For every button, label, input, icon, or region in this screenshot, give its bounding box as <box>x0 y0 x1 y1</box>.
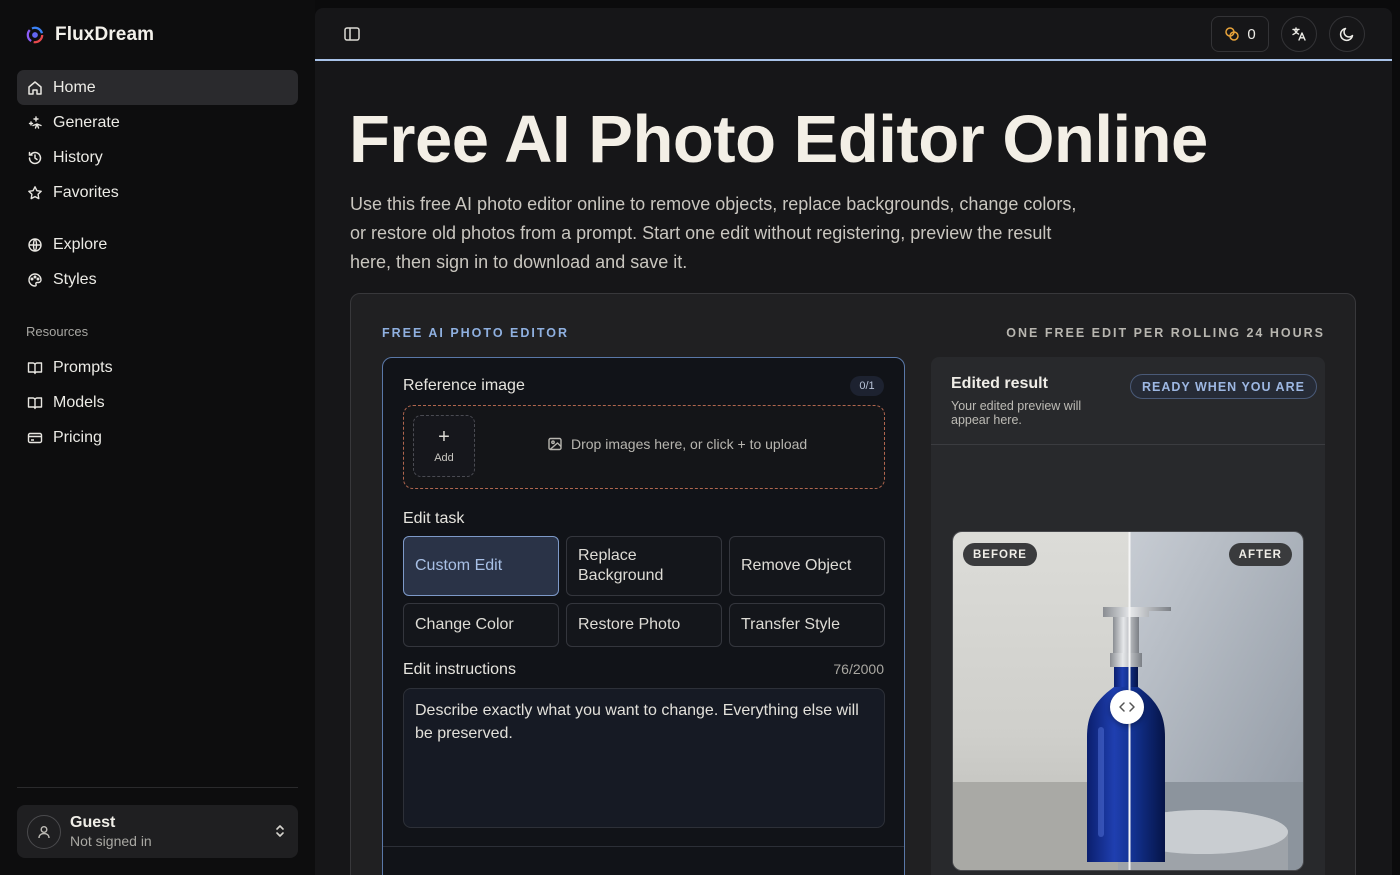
page-title: Free AI Photo Editor Online <box>349 102 1208 177</box>
sidebar-item-generate[interactable]: Generate <box>17 105 298 140</box>
star-icon <box>28 185 42 199</box>
task-remove-object[interactable]: Remove Object <box>729 536 885 596</box>
sidebar-item-prompts[interactable]: Prompts <box>17 350 298 385</box>
credits-count: 0 <box>1247 25 1256 43</box>
user-status: Not signed in <box>70 832 152 849</box>
plus-icon: + <box>438 426 450 448</box>
result-title: Edited result <box>951 375 1048 392</box>
sidebar-item-label: Home <box>53 78 96 96</box>
translate-icon <box>1292 27 1306 41</box>
theme-toggle-button[interactable] <box>1329 16 1365 52</box>
credits-button[interactable]: 0 <box>1211 16 1269 52</box>
add-image-label: Add <box>434 452 454 464</box>
sidebar-item-label: History <box>53 148 103 166</box>
sidebar-item-label: Styles <box>53 270 97 288</box>
sidebar-item-home[interactable]: Home <box>17 70 298 105</box>
sidebar: FluxDream Home Generate History Favorite… <box>0 0 315 875</box>
brand-logo-icon <box>26 26 44 44</box>
image-dropzone[interactable]: + Add Drop images here, or click + to up… <box>403 405 885 489</box>
sidebar-item-pricing[interactable]: Pricing <box>17 420 298 455</box>
task-restore-photo[interactable]: Restore Photo <box>566 603 722 647</box>
brand[interactable]: FluxDream <box>26 24 154 46</box>
resources-section-label: Resources <box>26 324 89 339</box>
moon-icon <box>1339 27 1354 42</box>
before-label: BEFORE <box>963 543 1037 566</box>
coins-icon <box>1225 27 1240 41</box>
free-edit-note: ONE FREE EDIT PER ROLLING 24 HOURS <box>1006 326 1325 340</box>
sidebar-item-label: Generate <box>53 113 120 131</box>
credit-card-icon <box>27 432 43 443</box>
sidebar-item-label: Models <box>53 393 105 411</box>
globe-icon <box>28 237 42 252</box>
chevrons-up-down-icon <box>276 825 284 837</box>
user-menu-button[interactable]: Guest Not signed in <box>17 805 298 858</box>
status-badge: READY WHEN YOU ARE <box>1130 374 1317 399</box>
sidebar-item-label: Pricing <box>53 428 102 446</box>
dropzone-hint: Drop images here, or click + to upload <box>547 436 807 452</box>
editor-kicker: FREE AI PHOTO EDITOR <box>382 326 570 340</box>
user-name: Guest <box>70 813 116 831</box>
sidebar-toggle-icon[interactable] <box>343 25 361 43</box>
resources-nav: Prompts Models Pricing <box>17 350 298 455</box>
sidebar-item-history[interactable]: History <box>17 140 298 175</box>
book-icon <box>27 361 43 374</box>
form-divider <box>383 846 904 847</box>
result-card: Edited result Your edited preview will a… <box>931 357 1325 875</box>
brand-name: FluxDream <box>55 24 155 45</box>
edit-instructions-label: Edit instructions <box>403 661 516 678</box>
sidebar-item-favorites[interactable]: Favorites <box>17 175 298 210</box>
book-icon <box>27 396 43 409</box>
topbar: 0 <box>315 8 1392 61</box>
dropzone-text: Drop images here, or click + to upload <box>571 436 808 452</box>
edit-task-label: Edit task <box>403 510 465 527</box>
before-after-slider[interactable]: BEFORE AFTER <box>952 531 1304 871</box>
sparkles-icon <box>28 115 42 129</box>
sidebar-item-label: Explore <box>53 235 108 253</box>
page-description: Use this free AI photo editor online to … <box>350 194 1077 272</box>
edit-form: Reference image 0/1 + Add Drop images he… <box>382 357 905 875</box>
edit-instructions-input[interactable]: Describe exactly what you want to change… <box>403 688 885 828</box>
after-label: AFTER <box>1228 543 1292 566</box>
result-header: Edited result Your edited preview will a… <box>931 357 1325 445</box>
reference-count-badge: 0/1 <box>850 376 884 396</box>
reference-image-label: Reference image <box>403 377 525 394</box>
task-transfer-style[interactable]: Transfer Style <box>729 603 885 647</box>
image-icon <box>548 437 562 451</box>
main-content: 0 Free AI Photo Editor Online Use this f… <box>315 8 1392 875</box>
sidebar-divider <box>17 787 298 788</box>
home-icon <box>28 80 42 95</box>
task-replace-background[interactable]: Replace Background <box>566 536 722 596</box>
language-button[interactable] <box>1281 16 1317 52</box>
avatar <box>27 814 61 849</box>
task-change-color[interactable]: Change Color <box>403 603 559 647</box>
chevrons-left-right-icon <box>1119 702 1135 712</box>
sidebar-item-label: Favorites <box>53 183 119 201</box>
add-image-button[interactable]: + Add <box>413 415 475 477</box>
slider-handle[interactable] <box>1110 690 1144 724</box>
task-custom-edit[interactable]: Custom Edit <box>403 536 559 596</box>
instructions-char-counter: 76/2000 <box>833 661 884 677</box>
sidebar-item-explore[interactable]: Explore <box>17 227 298 262</box>
editor-panel: FREE AI PHOTO EDITOR ONE FREE EDIT PER R… <box>350 293 1356 875</box>
primary-nav: Home Generate History Favorites <box>17 70 298 210</box>
sidebar-item-label: Prompts <box>53 358 113 376</box>
palette-icon <box>28 272 42 287</box>
secondary-nav: Explore Styles <box>17 227 298 297</box>
result-subtitle: Your edited preview will appear here. <box>951 399 1082 427</box>
sidebar-item-styles[interactable]: Styles <box>17 262 298 297</box>
sidebar-item-models[interactable]: Models <box>17 385 298 420</box>
user-icon <box>38 825 50 838</box>
history-icon <box>28 151 42 164</box>
